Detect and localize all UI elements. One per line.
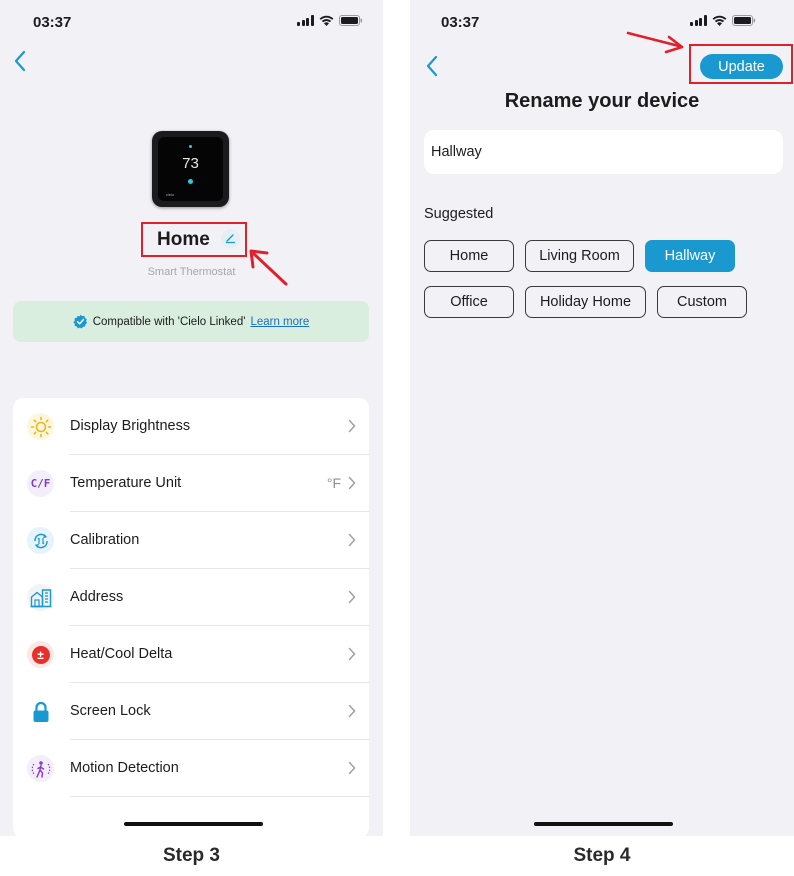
setting-screen-lock[interactable]: Screen Lock — [13, 683, 369, 740]
battery-icon — [338, 15, 363, 26]
chevron-right-icon — [348, 590, 356, 604]
indicator-dot — [188, 179, 193, 184]
battery-icon — [731, 15, 756, 26]
chevron-left-icon — [14, 50, 26, 72]
thermostat-screen: 73 cielo — [158, 137, 223, 201]
compatibility-text: Compatible with 'Cielo Linked' — [92, 315, 246, 328]
plus-minus-glyph: ± — [31, 645, 50, 664]
page-title: Rename your device — [504, 90, 700, 112]
wifi-icon — [712, 15, 727, 26]
status-time: 03:37 — [33, 14, 72, 31]
suggested-label: Suggested — [424, 206, 494, 222]
plus-minus-icon: ± — [27, 641, 54, 668]
status-time: 03:37 — [441, 14, 480, 31]
chevron-right-icon — [348, 419, 356, 433]
back-button[interactable] — [420, 52, 444, 80]
learn-more-link[interactable]: Learn more — [250, 316, 309, 328]
setting-heat-cool-delta[interactable]: ± Heat/Cool Delta — [13, 626, 369, 683]
chevron-right-icon — [348, 761, 356, 775]
verified-badge-icon — [73, 314, 87, 329]
back-button[interactable] — [8, 47, 32, 75]
chevron-right-icon — [348, 647, 356, 661]
chevron-right-icon — [348, 533, 356, 547]
suggestion-chip-office[interactable]: Office — [424, 286, 514, 318]
divider — [70, 796, 369, 797]
tutorial-image: 03:37 73 cielo Home Smart Thermostat Com… — [0, 0, 794, 876]
step-label-3: Step 3 — [162, 845, 221, 866]
indicator-dot — [189, 145, 192, 148]
status-icons — [297, 15, 363, 26]
setting-label: Motion Detection — [70, 760, 179, 776]
home-indicator — [124, 822, 263, 826]
annotation-arrow-icon — [249, 249, 288, 286]
setting-temperature-unit[interactable]: C/F Temperature Unit °F — [13, 455, 369, 512]
status-bar: 03:37 — [410, 0, 794, 44]
calibration-icon — [27, 527, 54, 554]
setting-motion-detection[interactable]: Motion Detection — [13, 740, 369, 797]
settings-list: Display Brightness C/F Temperature Unit … — [13, 398, 369, 836]
setting-display-brightness[interactable]: Display Brightness — [13, 398, 369, 455]
setting-label: Heat/Cool Delta — [70, 646, 173, 662]
setting-address[interactable]: Address — [13, 569, 369, 626]
setting-value: °F — [326, 475, 341, 491]
annotation-arrow-icon — [626, 31, 684, 54]
address-icon — [27, 584, 54, 611]
signal-icon — [690, 15, 707, 26]
setting-label: Display Brightness — [70, 418, 191, 434]
device-settings-screen: 03:37 73 cielo Home Smart Thermostat Com… — [0, 0, 383, 836]
signal-icon — [297, 15, 314, 26]
home-indicator — [534, 822, 673, 826]
setting-label: Address — [70, 589, 124, 605]
cf-glyph: C/F — [30, 477, 51, 490]
sun-icon — [27, 413, 54, 440]
setting-label: Temperature Unit — [70, 475, 182, 491]
suggestion-chip-custom[interactable]: Custom — [657, 286, 747, 318]
highlight-box-update-button — [689, 44, 793, 84]
highlight-box-device-name — [141, 222, 247, 257]
status-bar: 03:37 — [0, 0, 383, 44]
cf-icon: C/F — [27, 470, 54, 497]
device-type: Smart Thermostat — [147, 266, 236, 278]
setting-calibration[interactable]: Calibration — [13, 512, 369, 569]
thermostat-image: 73 cielo — [152, 131, 229, 207]
compatibility-banner: Compatible with 'Cielo Linked' Learn mor… — [13, 301, 369, 342]
suggestion-chip-living-room[interactable]: Living Room — [525, 240, 634, 272]
device-name-input[interactable] — [424, 130, 783, 174]
step-label-4: Step 4 — [573, 845, 631, 866]
wifi-icon — [319, 15, 334, 26]
chevron-right-icon — [348, 704, 356, 718]
status-icons — [690, 15, 756, 26]
suggestion-chip-home[interactable]: Home — [424, 240, 514, 272]
setting-label: Calibration — [70, 532, 140, 548]
suggestion-chip-holiday-home[interactable]: Holiday Home — [525, 286, 646, 318]
brand-logo: cielo — [166, 192, 175, 197]
lock-icon — [27, 698, 54, 725]
motion-icon — [27, 755, 54, 782]
suggestion-chip-hallway[interactable]: Hallway — [645, 240, 735, 272]
chevron-left-icon — [426, 55, 438, 77]
setting-label: Screen Lock — [70, 703, 151, 719]
rename-device-screen: 03:37 Update Rename your device Suggeste… — [410, 0, 794, 836]
thermostat-temp: 73 — [182, 155, 199, 172]
chevron-right-icon — [348, 476, 356, 490]
